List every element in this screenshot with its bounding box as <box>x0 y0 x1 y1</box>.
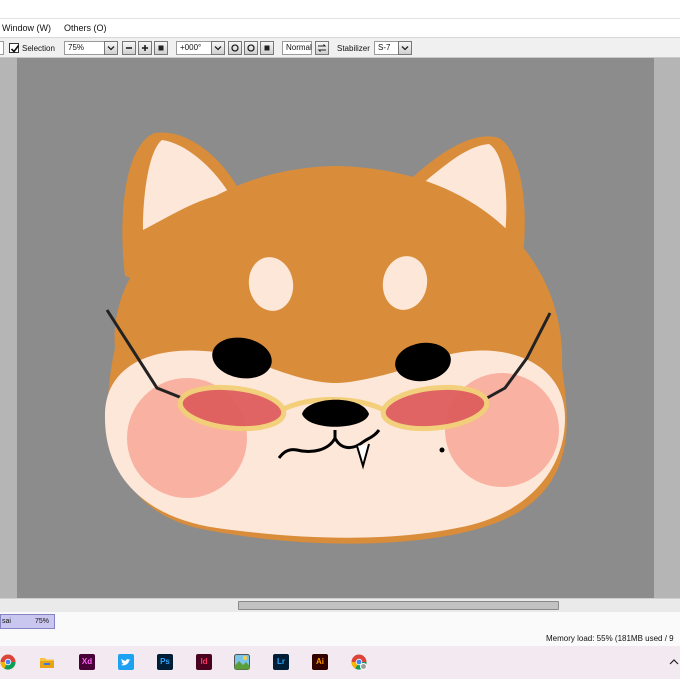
selection-label: Selection <box>22 44 55 53</box>
menu-window[interactable]: Window (W) <box>2 23 51 33</box>
workspace <box>0 58 680 598</box>
flip-icon <box>317 44 327 52</box>
minus-icon <box>126 47 132 49</box>
chrome-icon[interactable] <box>0 654 16 670</box>
lightroom-icon[interactable]: Lr <box>273 654 289 670</box>
stabilizer-dropdown-button[interactable] <box>398 41 412 55</box>
adobe-xd-icon[interactable]: Xd <box>79 654 95 670</box>
document-name: sai <box>2 618 11 625</box>
stabilizer-value: S-7 <box>378 43 391 52</box>
freckle <box>439 447 445 453</box>
file-explorer-icon[interactable] <box>39 654 55 670</box>
rotate-ccw-icon <box>231 44 239 52</box>
checkmark-icon <box>10 45 20 53</box>
zoom-dropdown-button[interactable] <box>104 41 118 55</box>
chevron-down-icon <box>214 46 222 51</box>
toolbar: Selection 75% +000° Normal Stabilizer S-… <box>0 37 680 58</box>
horizontal-scroll-thumb[interactable] <box>238 601 559 610</box>
document-tab[interactable]: sai 75% <box>0 614 55 629</box>
rotate-right-button[interactable] <box>244 41 258 55</box>
menu-bar: Window (W) Others (O) <box>0 18 680 37</box>
chrome-profile-icon[interactable] <box>351 654 367 670</box>
chevron-up-icon[interactable] <box>668 654 680 670</box>
landscape-app-icon[interactable] <box>234 654 250 670</box>
photoshop-icon[interactable]: Ps <box>157 654 173 670</box>
status-bar: Memory load: 55% (181MB used / 9 <box>0 632 680 646</box>
selection-checkbox[interactable] <box>9 43 20 53</box>
document-tabs: sai 75% <box>0 612 680 632</box>
memory-load-text: Memory load: 55% (181MB used / 9 <box>546 634 674 643</box>
indesign-icon[interactable]: Id <box>196 654 212 670</box>
rotate-cw-icon <box>247 44 255 52</box>
flip-horizontal-button[interactable] <box>315 41 329 55</box>
square-icon <box>158 45 164 51</box>
document-zoom: 75% <box>35 618 50 625</box>
blend-mode-field[interactable]: Normal <box>282 41 312 55</box>
menu-others[interactable]: Others (O) <box>64 23 107 33</box>
zoom-value: 75% <box>68 43 85 52</box>
zoom-in-button[interactable] <box>138 41 152 55</box>
zoom-out-button[interactable] <box>122 41 136 55</box>
chevron-down-icon <box>107 46 115 51</box>
stabilizer-label: Stabilizer <box>337 44 370 53</box>
drawing-canvas[interactable] <box>17 58 654 598</box>
rotation-dropdown-button[interactable] <box>211 41 225 55</box>
plus-icon <box>142 45 148 51</box>
rotation-value: +000° <box>180 43 202 52</box>
twitter-icon[interactable] <box>118 654 134 670</box>
chevron-down-icon <box>401 46 409 51</box>
rotation-reset-button[interactable] <box>260 41 274 55</box>
previous-control[interactable] <box>0 41 4 55</box>
zoom-reset-button[interactable] <box>154 41 168 55</box>
shiba-inu-artwork <box>104 132 567 544</box>
rotate-left-button[interactable] <box>228 41 242 55</box>
square-icon <box>264 45 270 51</box>
illustrator-icon[interactable]: Ai <box>312 654 328 670</box>
taskbar: Xd Ps Id Lr Ai <box>0 646 680 679</box>
blend-mode-value: Normal <box>286 43 312 52</box>
horizontal-scrollbar[interactable] <box>0 598 680 612</box>
title-strip <box>0 0 680 18</box>
